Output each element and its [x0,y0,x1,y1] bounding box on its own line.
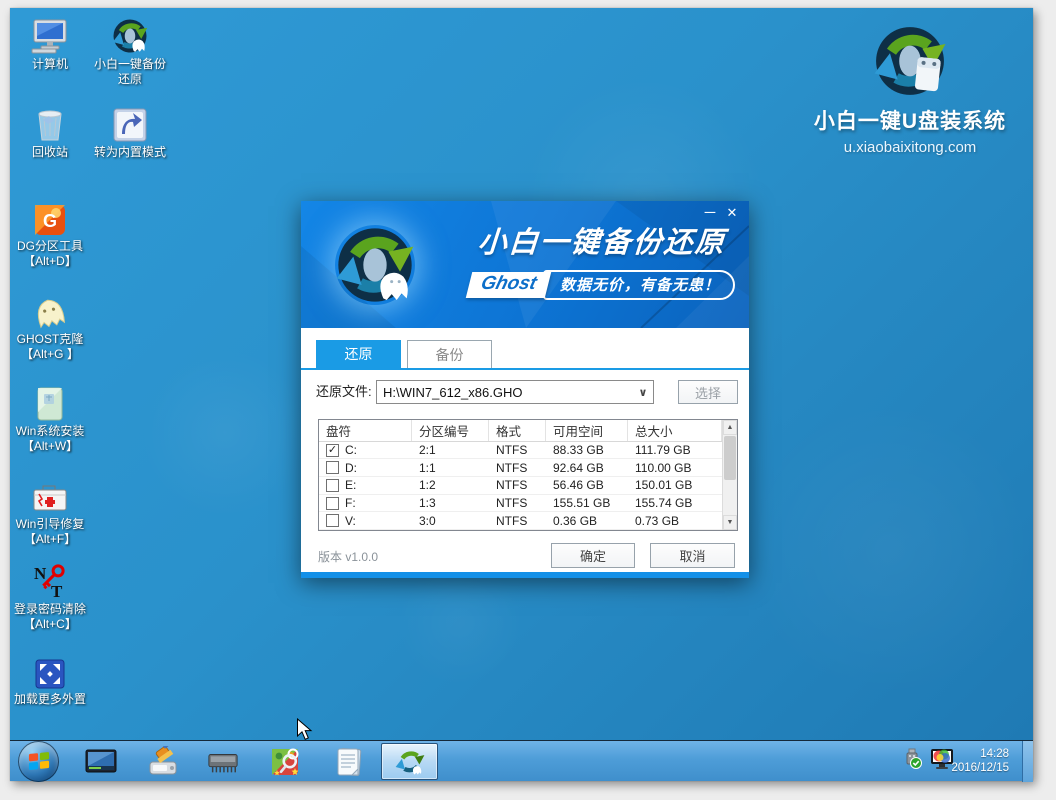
desktop-icon-load-more[interactable]: 加载更多外置 [10,653,97,707]
win-install-icon [37,385,63,421]
taskbar: 14:28 2016/12/15 [10,740,1033,781]
col-header-free: 可用空间 [546,420,628,441]
table-row[interactable]: E: 1:2 NTFS 56.46 GB 150.01 GB [319,477,722,495]
col-header-format: 格式 [489,420,546,441]
window-body: 还原 备份 还原文件: H:\WIN7_612_x86.GHO ∨ 选择 盘符 … [301,328,749,572]
branding: 小白一键U盘装系统 u.xiaobaixitong.com [796,24,1024,156]
desktop-icon-dg-partition[interactable]: G DG分区工具【Alt+D】 [10,200,97,269]
table-scrollbar[interactable]: ▲ ▼ [722,420,737,530]
scrollbar-thumb[interactable] [724,436,736,480]
window-title: 小白一键备份还原 [458,219,747,261]
desktop-icon-password-clear[interactable]: N T 登录密码清除【Alt+C】 [10,563,97,632]
backup-restore-window: 小白一键备份还原 Ghost 数据无价，有备无患！ ─ ✕ 还原 备份 还原文件… [301,201,749,578]
chevron-down-icon[interactable]: ∨ [633,386,653,399]
desktop[interactable]: 计算机 回收站 G DG分区工 [10,8,1033,740]
restore-file-value: H:\WIN7_612_x86.GHO [377,385,633,400]
desktop-icon-label: 加载更多外置 [14,692,86,707]
taskbar-screenshot-tool-icon[interactable] [270,746,302,778]
col-header-drive: 盘符 [319,420,412,441]
desktop-icon-win-install[interactable]: Win系统安装【Alt+W】 [10,385,97,454]
tab-restore[interactable]: 还原 [316,340,401,368]
show-desktop-button[interactable] [1022,741,1033,782]
window-titlebar[interactable]: 小白一键备份还原 Ghost 数据无价，有备无患！ ─ ✕ [301,201,749,328]
taskbar-desktop-viewer-icon[interactable] [85,746,117,778]
table-row[interactable]: V: 3:0 NTFS 0.36 GB 0.73 GB [319,512,722,530]
branding-title: 小白一键U盘装系统 [796,105,1024,135]
col-header-total: 总大小 [628,420,722,441]
checkbox-unchecked[interactable] [326,497,339,510]
desktop-icon-label: Win系统安装【Alt+W】 [16,424,85,454]
ghost-badge: Ghost [466,272,551,298]
cancel-button[interactable]: 取消 [650,543,735,568]
taskbar-active-app-button[interactable] [381,743,438,780]
partition-table: 盘符 分区编号 格式 可用空间 总大小 ✓C: 2:1 NTFS 88.33 G… [318,419,738,531]
desktop-icon-label: 转为内置模式 [94,145,166,160]
checkbox-checked[interactable]: ✓ [326,444,339,457]
tab-underline [301,368,749,370]
checkbox-unchecked[interactable] [326,514,339,527]
curved-arrow-icon [113,106,147,142]
window-bottom-strip [301,572,749,578]
table-row[interactable]: D: 1:1 NTFS 92.64 GB 110.00 GB [319,459,722,477]
table-header-row: 盘符 分区编号 格式 可用空间 总大小 [319,420,722,442]
scroll-down-icon[interactable]: ▼ [723,515,737,530]
ok-button[interactable]: 确定 [551,543,635,568]
taskbar-memory-icon[interactable] [207,746,239,778]
svg-text:T: T [51,582,63,599]
select-button[interactable]: 选择 [678,380,738,404]
clock-date: 2016/12/15 [951,761,1009,775]
close-icon[interactable]: ✕ [721,205,743,223]
desktop-icon-label: 登录密码清除【Alt+C】 [14,602,86,632]
usb-tray-icon[interactable] [901,748,923,775]
nt-key-icon: N T [30,563,70,599]
taskbar-notepad-icon[interactable] [333,746,365,778]
svg-text:N: N [34,564,47,583]
system-tray [901,741,954,782]
desktop-icon-label: 回收站 [32,145,68,160]
dg-partition-icon: G [34,200,66,236]
scrollbar-track[interactable] [723,435,737,515]
desktop-icon-label: 小白一键备份还原 [94,57,166,87]
desktop-icon-label: Win引导修复【Alt+F】 [16,517,85,547]
minimize-icon[interactable]: ─ [699,205,721,223]
desktop-icon-xiaobai-backup[interactable]: 小白一键备份还原 [83,18,177,87]
desktop-icon-builtin-mode[interactable]: 转为内置模式 [83,106,177,160]
branding-url: u.xiaobaixitong.com [796,139,1024,156]
desktop-icon-label: 计算机 [32,57,68,72]
taskbar-disk-cleanup-icon[interactable] [147,746,179,778]
tab-backup[interactable]: 备份 [407,340,492,368]
mouse-cursor [296,718,313,740]
scroll-up-icon[interactable]: ▲ [723,420,737,435]
screen: 计算机 回收站 G DG分区工 [10,8,1033,781]
checkbox-unchecked[interactable] [326,461,339,474]
taskbar-clock[interactable]: 14:28 2016/12/15 [951,747,1009,775]
computer-icon [30,18,70,54]
ghost-slogan: 数据无价，有备无患！ [543,270,735,300]
desktop-icon-label: DG分区工具【Alt+D】 [17,239,83,269]
start-button[interactable] [18,741,59,782]
restore-file-label: 还原文件: [316,380,372,404]
recycle-bin-icon [34,106,66,142]
version-label: 版本 v1.0.0 [318,548,378,565]
clock-time: 14:28 [951,747,1009,761]
restore-file-combobox[interactable]: H:\WIN7_612_x86.GHO ∨ [376,380,654,404]
desktop-icon-win-boot-repair[interactable]: Win引导修复【Alt+F】 [10,478,97,547]
ghost-icon [32,293,68,329]
desktop-icon-ghost-clone[interactable]: GHOST克隆【Alt+G 】 [10,293,97,362]
expand-arrows-icon [35,653,65,689]
svg-text:G: G [43,211,57,231]
checkbox-unchecked[interactable] [326,479,339,492]
desktop-icon-label: GHOST克隆【Alt+G 】 [17,332,84,362]
app-logo-icon [335,225,415,305]
first-aid-kit-icon [31,478,69,514]
table-row[interactable]: ✓C: 2:1 NTFS 88.33 GB 111.79 GB [319,442,722,460]
table-row[interactable]: F: 1:3 NTFS 155.51 GB 155.74 GB [319,495,722,513]
usb-sync-logo-icon [873,24,947,103]
sync-arrows-icon [112,18,148,54]
col-header-partition: 分区编号 [412,420,489,441]
